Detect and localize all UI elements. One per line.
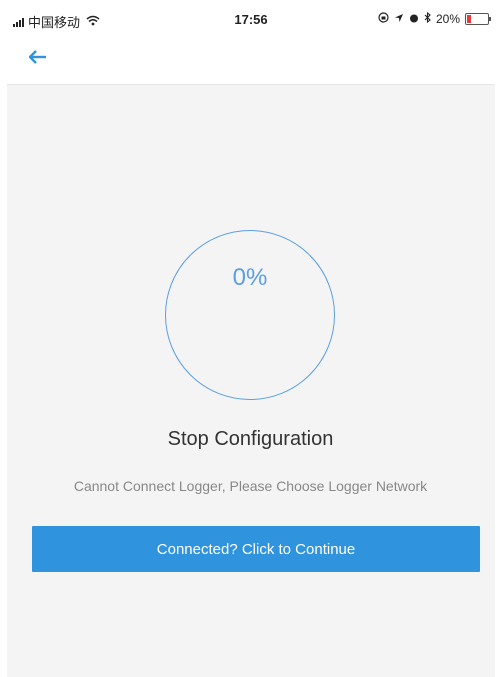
page-title: Stop Configuration [167, 428, 334, 450]
progress-percent: 0% [232, 264, 268, 291]
location-icon [394, 12, 404, 26]
status-right: 20% [378, 11, 491, 26]
battery-percent: 20% [435, 12, 460, 26]
nav-bar [7, 40, 495, 85]
progress-ring: 0% [165, 230, 335, 400]
continue-button[interactable]: Connected? Click to Continue [32, 526, 480, 572]
lock-rotation-icon [378, 12, 389, 26]
alarm-icon [409, 12, 419, 26]
battery-icon [465, 13, 491, 25]
back-arrow-icon [29, 50, 46, 64]
back-button[interactable] [29, 50, 59, 74]
status-bar: 中国移动 17:56 20% [7, 0, 495, 40]
battery-fill [467, 15, 471, 23]
bluetooth-icon [424, 11, 431, 26]
status-message: Cannot Connect Logger, Please Choose Log… [73, 478, 428, 494]
